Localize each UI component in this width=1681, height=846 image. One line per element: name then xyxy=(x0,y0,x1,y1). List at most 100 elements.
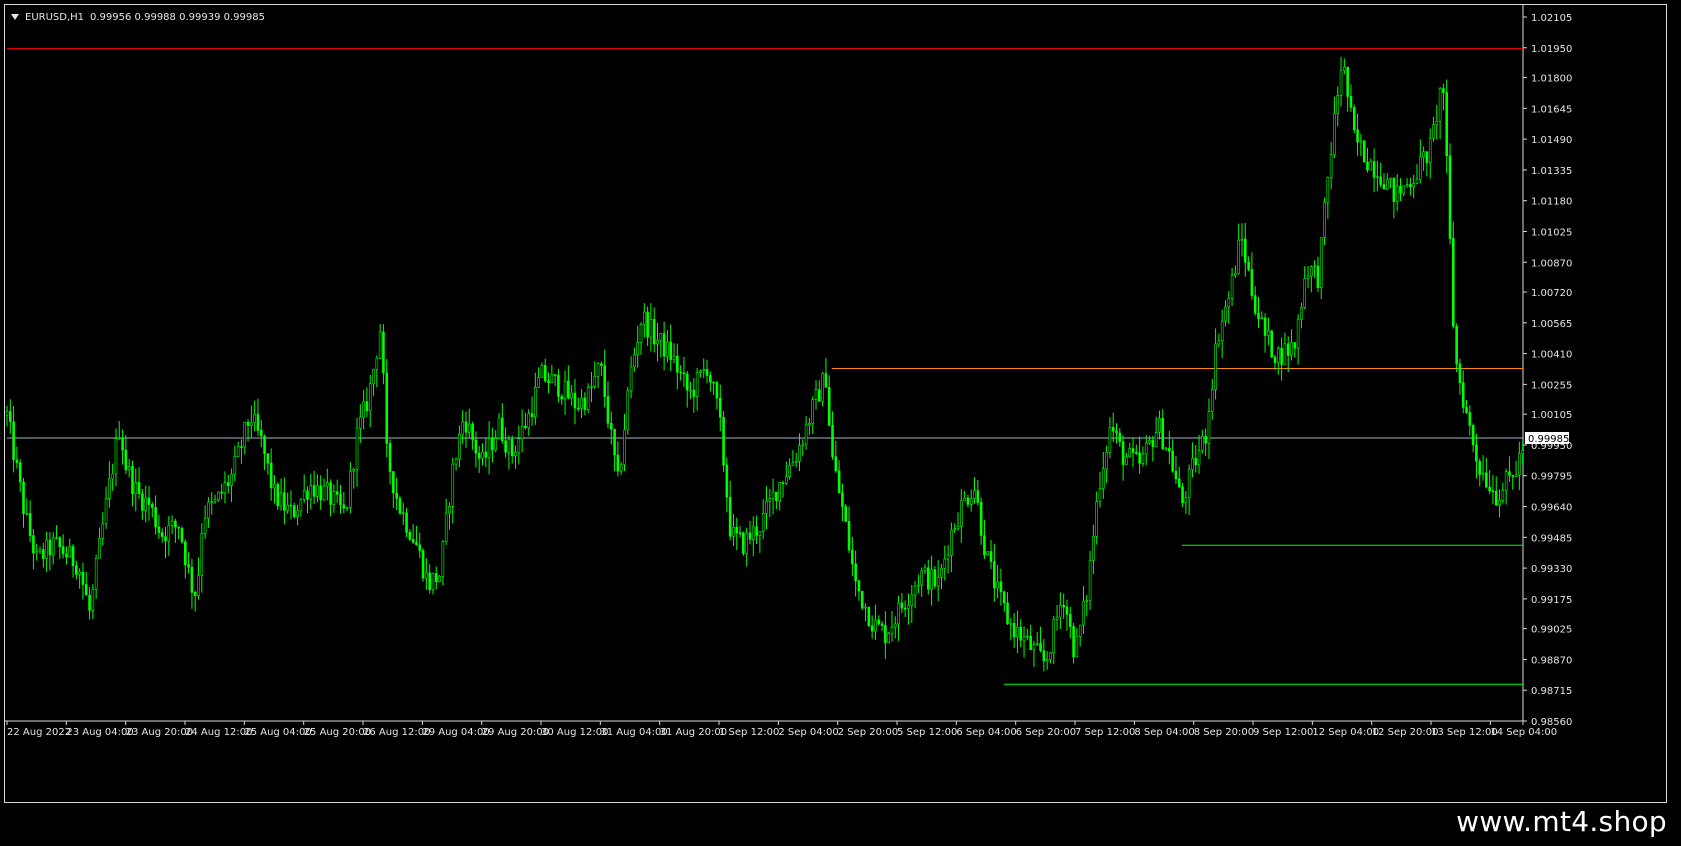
candle-body xyxy=(108,478,111,500)
time-tick-label: 31 Aug 04:00 xyxy=(600,727,667,738)
time-tick-label: 5 Sep 12:00 xyxy=(897,727,957,738)
candle-body xyxy=(748,532,752,540)
candle-body xyxy=(464,421,468,433)
candle-body xyxy=(98,538,101,559)
candle-body xyxy=(917,584,920,587)
candle-body xyxy=(279,492,283,507)
candle-body xyxy=(193,592,197,596)
candle-body xyxy=(75,565,78,575)
time-tick-label: 29 Aug 20:00 xyxy=(482,727,549,738)
candle-body xyxy=(326,482,329,487)
candle-body xyxy=(392,471,395,494)
time-tick-label: 14 Sep 04:00 xyxy=(1490,727,1557,738)
candle-body xyxy=(973,490,976,500)
candle-body xyxy=(1405,184,1409,187)
candle-body xyxy=(1082,600,1085,626)
candle-body xyxy=(1313,265,1316,268)
chart-window[interactable]: EURUSD,H1 0.99956 0.99988 0.99939 0.9998… xyxy=(4,4,1667,803)
time-tick-label: 30 Aug 12:00 xyxy=(541,727,608,738)
candle-body xyxy=(890,626,894,634)
candle-body xyxy=(368,383,372,412)
candle-body xyxy=(207,501,210,519)
candle-body xyxy=(530,413,534,417)
candle-body xyxy=(1399,185,1402,194)
candle-body xyxy=(877,619,881,625)
candle-body xyxy=(1194,458,1198,465)
candle-body xyxy=(666,341,669,357)
price-chart[interactable]: 1.02105 1.01950 1.01800 1.01645 1.01490 1.013… xyxy=(5,5,1668,804)
candle-body xyxy=(583,397,587,410)
candle-body xyxy=(560,396,564,400)
candle-body xyxy=(659,333,663,341)
candle-body xyxy=(246,422,250,426)
candle-body xyxy=(319,485,322,501)
candle-body xyxy=(596,363,600,377)
candle-body xyxy=(1310,266,1313,277)
candle-body xyxy=(983,535,986,556)
candle-body xyxy=(1191,458,1194,470)
candle-body xyxy=(976,490,980,503)
candle-body xyxy=(147,497,151,505)
time-tick-label: 12 Sep 20:00 xyxy=(1372,727,1439,738)
candle-body xyxy=(1369,161,1373,171)
time-tick-label: 22 Aug 2022 xyxy=(7,727,71,738)
candle-body xyxy=(48,539,52,556)
candle-body xyxy=(1267,330,1270,336)
candle-body xyxy=(243,422,247,448)
candle-body xyxy=(837,470,841,494)
candle-body xyxy=(722,416,725,466)
candle-body xyxy=(1227,297,1231,308)
candle-body xyxy=(633,354,636,368)
candle-body xyxy=(1224,306,1227,322)
candle-body xyxy=(1032,644,1036,650)
candle-body xyxy=(312,485,316,497)
candle-body xyxy=(187,564,190,568)
candle-body xyxy=(1148,439,1151,444)
candle-body xyxy=(1059,604,1062,618)
candle-body xyxy=(768,498,772,502)
candle-body xyxy=(1012,622,1016,638)
candle-body xyxy=(1465,407,1468,413)
candle-body xyxy=(1319,237,1323,288)
candle-body xyxy=(65,553,68,558)
candle-body xyxy=(127,466,131,471)
candle-body xyxy=(180,527,184,543)
candle-body xyxy=(1518,453,1521,476)
time-tick-label: 8 Sep 20:00 xyxy=(1194,727,1254,738)
candle-body xyxy=(778,482,781,501)
candle-body xyxy=(1409,184,1412,188)
candle-body xyxy=(461,421,464,435)
candle-body xyxy=(1009,622,1013,625)
candle-body xyxy=(68,546,72,558)
candle-body xyxy=(177,526,181,529)
candle-body xyxy=(926,567,930,590)
candle-body xyxy=(349,470,352,508)
candle-body xyxy=(434,573,438,583)
price-tick-label: 1.00105 xyxy=(1531,410,1572,421)
candle-body xyxy=(570,392,573,399)
candle-body xyxy=(1247,261,1250,270)
candle-body xyxy=(550,374,554,384)
candle-body xyxy=(302,490,306,500)
candle-body xyxy=(639,324,643,343)
candle-body xyxy=(1035,643,1039,645)
candle-body xyxy=(388,443,392,472)
candle-body xyxy=(507,439,511,453)
candle-body xyxy=(1026,635,1029,638)
candle-body xyxy=(1078,624,1082,637)
candle-body xyxy=(814,389,818,400)
candle-body xyxy=(1395,185,1399,202)
candle-body xyxy=(42,549,45,559)
candle-body xyxy=(1016,626,1019,638)
candle-body xyxy=(600,363,603,366)
candle-body xyxy=(834,456,838,472)
candle-body xyxy=(1468,412,1472,426)
candle-body xyxy=(170,520,174,526)
candle-body xyxy=(593,376,597,387)
candle-body xyxy=(580,397,583,409)
candle-body xyxy=(963,497,966,502)
candle-body xyxy=(705,369,709,376)
candle-body xyxy=(827,387,831,426)
candle-body xyxy=(943,558,947,569)
candle-body xyxy=(1217,340,1221,345)
